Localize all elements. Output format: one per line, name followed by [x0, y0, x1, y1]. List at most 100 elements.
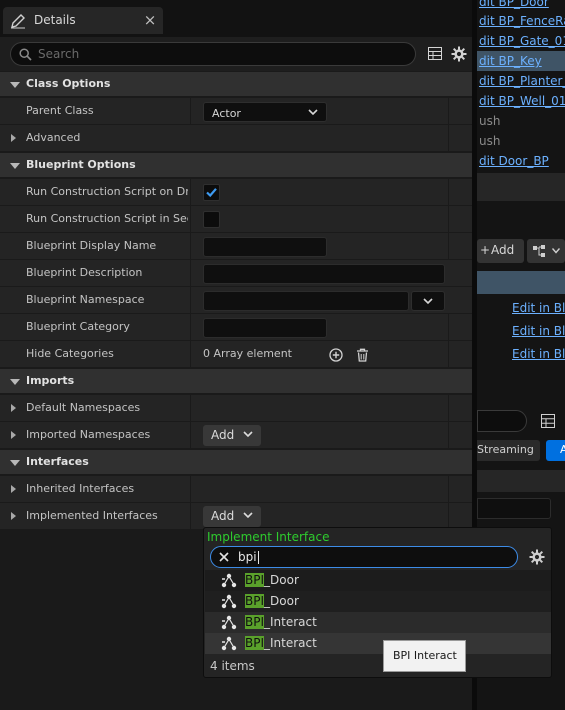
component-row-selected[interactable] — [477, 271, 565, 294]
interface-option[interactable]: BPI_Door — [205, 570, 551, 591]
picker-search-text: bpi — [238, 550, 257, 564]
asset-link-door-bp[interactable]: dit Door_BP — [479, 154, 549, 168]
run-construction-seq-label: Run Construction Script in Seq... — [26, 212, 188, 225]
column-divider[interactable] — [190, 422, 191, 449]
match-highlight: BPI — [245, 594, 265, 608]
category-imports[interactable]: Imports — [0, 368, 472, 393]
display-name-field[interactable] — [203, 237, 327, 257]
run-construction-drag-checkbox[interactable] — [203, 184, 220, 201]
asset-link-bp-door[interactable]: dit BP_Door — [479, 0, 549, 9]
category-blueprint-options[interactable]: Blueprint Options — [0, 152, 472, 177]
namespace-picker-button[interactable] — [411, 291, 445, 311]
background-add-button[interactable]: + Add — [477, 239, 524, 263]
add-interface-button[interactable]: Add — [203, 506, 261, 527]
background-textbox[interactable] — [477, 498, 551, 519]
category-class-options[interactable]: Class Options — [0, 71, 472, 96]
item-count: 4 items — [210, 659, 255, 673]
collapse-arrow-icon — [10, 460, 20, 466]
category-label: Blueprint Options — [26, 158, 136, 171]
run-construction-drag-label: Run Construction Script on Drag — [26, 185, 188, 198]
clear-search-icon[interactable] — [218, 551, 230, 563]
search-input[interactable] — [38, 45, 408, 63]
plus-icon: + — [480, 243, 491, 257]
gear-icon[interactable] — [451, 46, 467, 62]
row-category: Blueprint Category — [0, 313, 472, 341]
row-separator — [448, 314, 449, 341]
column-divider[interactable] — [190, 476, 191, 503]
row-inherited-interfaces[interactable]: Inherited Interfaces — [0, 475, 472, 503]
row-default-namespaces[interactable]: Default Namespaces — [0, 394, 472, 422]
add-namespace-button[interactable]: Add — [203, 425, 261, 446]
run-construction-seq-checkbox[interactable] — [203, 211, 220, 228]
edit-in-blueprint-link-3[interactable]: Edit in Blu — [512, 347, 565, 361]
asset-link-bp-key[interactable]: dit BP_Key — [479, 54, 542, 68]
column-divider[interactable] — [190, 503, 191, 530]
row-separator — [448, 98, 449, 125]
column-divider[interactable] — [190, 287, 191, 314]
background-add-label: Add — [491, 243, 515, 257]
row-advanced[interactable]: Advanced — [0, 124, 472, 152]
row-implemented-interfaces[interactable]: Implemented Interfaces Add — [0, 502, 472, 530]
parent-class-dropdown[interactable]: Actor — [203, 102, 327, 122]
interface-option[interactable]: BPI_Door — [205, 591, 551, 612]
asset-item-push-2: ush — [479, 134, 501, 148]
interface-option-suffix: _Interact — [264, 636, 317, 650]
interface-node-icon — [221, 573, 237, 588]
display-name-label: Blueprint Display Name — [26, 239, 157, 252]
category-field[interactable] — [203, 318, 327, 338]
asset-link-bp-gate[interactable]: dit BP_Gate_01 — [479, 34, 565, 48]
column-divider[interactable] — [190, 233, 191, 260]
hierarchy-icon — [533, 245, 545, 257]
imported-namespaces-label: Imported Namespaces — [26, 428, 151, 441]
expand-arrow-icon[interactable] — [11, 485, 16, 493]
expand-arrow-icon[interactable] — [11, 512, 16, 520]
tab-details[interactable]: Details × — [3, 7, 163, 34]
column-divider[interactable] — [190, 179, 191, 206]
namespace-field[interactable] — [203, 291, 409, 311]
trash-icon[interactable] — [356, 348, 369, 362]
interface-option[interactable]: BPI_Interact — [205, 612, 551, 633]
asset-link-bp-fence[interactable]: dit BP_FenceRa — [479, 14, 565, 28]
column-divider[interactable] — [190, 341, 191, 368]
close-icon[interactable]: × — [141, 10, 159, 30]
gear-icon[interactable] — [529, 549, 545, 565]
asset-link-bp-well[interactable]: dit BP_Well_01 — [479, 94, 565, 108]
advanced-label: Advanced — [26, 131, 81, 144]
column-divider[interactable] — [190, 206, 191, 233]
match-highlight: BPI — [245, 636, 265, 650]
column-divider[interactable] — [190, 98, 191, 125]
expand-arrow-icon[interactable] — [11, 404, 16, 412]
expand-arrow-icon[interactable] — [11, 431, 16, 439]
row-display-name: Blueprint Display Name — [0, 232, 472, 260]
picker-search-input[interactable]: bpi — [210, 546, 518, 568]
streaming-tab[interactable]: Streaming — [477, 440, 540, 461]
add-element-icon[interactable] — [329, 348, 343, 362]
description-field[interactable] — [203, 264, 445, 284]
edit-in-blueprint-link-2[interactable]: Edit in Blu — [512, 324, 565, 338]
row-separator — [448, 422, 449, 449]
category-interfaces[interactable]: Interfaces — [0, 449, 472, 474]
expand-arrow-icon[interactable] — [11, 134, 16, 142]
search-icon — [19, 48, 32, 61]
edit-in-blueprint-link-1[interactable]: Edit in Blu — [512, 301, 565, 315]
column-divider[interactable] — [190, 314, 191, 341]
grid-view-icon[interactable] — [541, 414, 555, 428]
property-matrix-icon[interactable] — [428, 47, 442, 60]
background-search-field[interactable] — [477, 410, 527, 432]
hierarchy-dropdown-button[interactable] — [527, 239, 565, 263]
row-separator — [448, 125, 449, 152]
row-separator — [448, 341, 449, 368]
search-box[interactable] — [10, 42, 416, 66]
pencil-icon — [11, 14, 25, 29]
interface-option-hovered[interactable]: BPI_Interact — [205, 633, 551, 654]
row-namespace: Blueprint Namespace — [0, 286, 472, 314]
asset-link-bp-planter[interactable]: dit BP_Planter_0 — [479, 74, 565, 88]
column-divider[interactable] — [190, 260, 191, 287]
row-imported-namespaces[interactable]: Imported Namespaces Add — [0, 421, 472, 449]
add-label: Add — [211, 428, 235, 442]
active-tab-accent[interactable]: A — [546, 440, 565, 461]
collapse-arrow-icon — [10, 82, 20, 88]
column-divider[interactable] — [190, 395, 191, 422]
background-property-header — [477, 470, 565, 492]
inherited-interfaces-label: Inherited Interfaces — [26, 482, 135, 495]
